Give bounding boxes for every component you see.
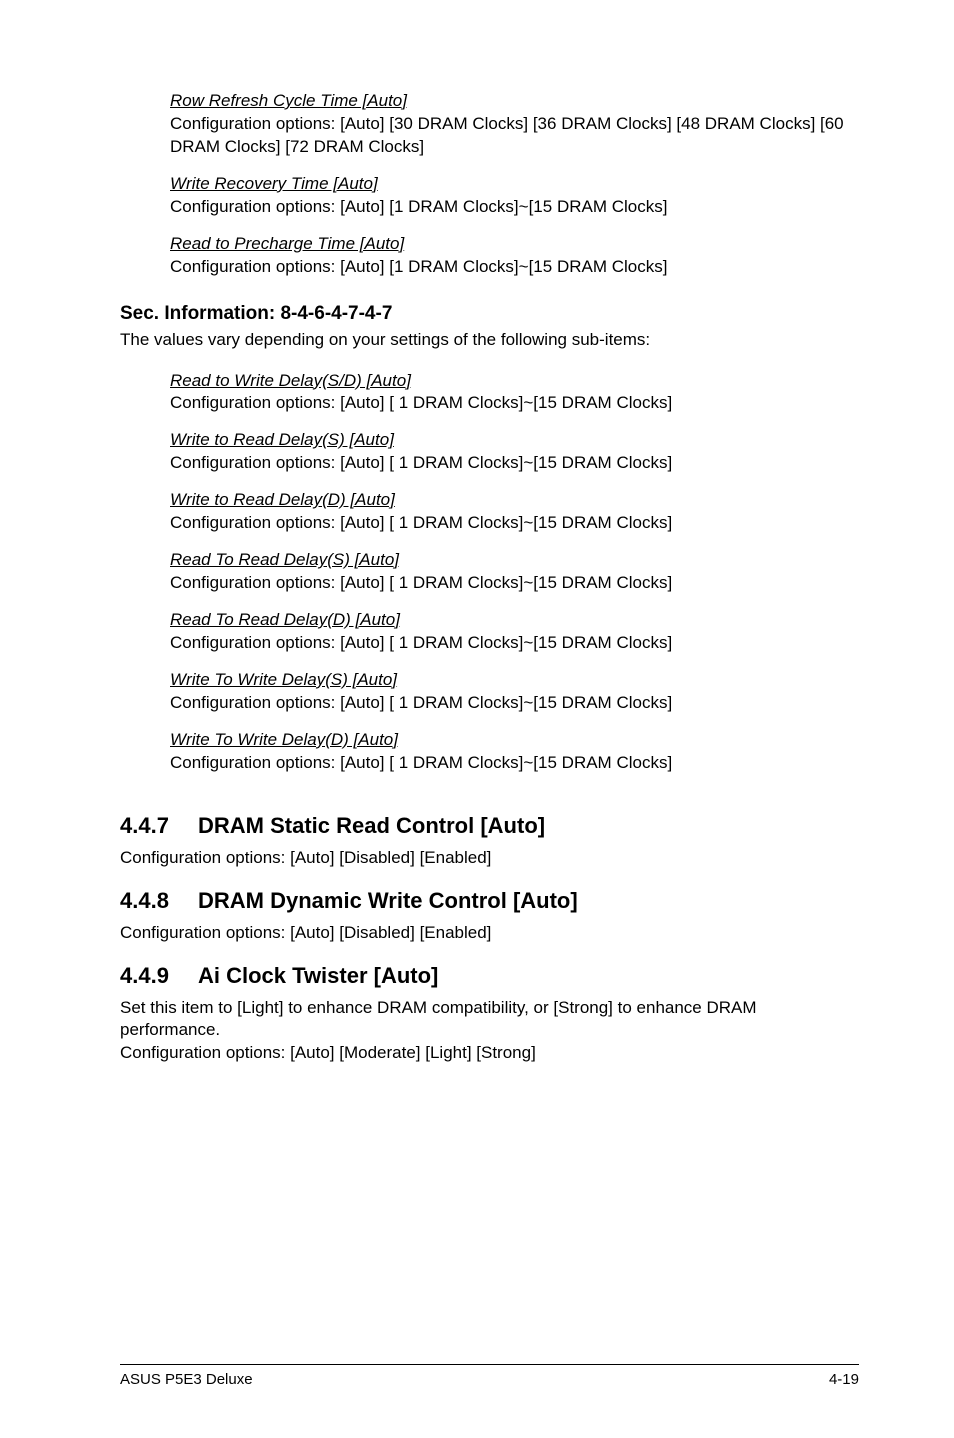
item-title: Write to Read Delay(S) [Auto] xyxy=(170,429,859,452)
item-title: Read To Read Delay(S) [Auto] xyxy=(170,549,859,572)
section-title: DRAM Dynamic Write Control [Auto] xyxy=(198,888,578,914)
item-title: Write to Read Delay(D) [Auto] xyxy=(170,489,859,512)
item-desc: Configuration options: [Auto] [30 DRAM C… xyxy=(170,113,859,159)
section-desc: Set this item to [Light] to enhance DRAM… xyxy=(120,997,859,1066)
footer-left: ASUS P5E3 Deluxe xyxy=(120,1371,253,1388)
sec-info-heading: Sec. Information: 8-4-6-4-7-4-7 xyxy=(120,303,859,325)
section-desc: Configuration options: [Auto] [Disabled]… xyxy=(120,847,859,870)
item-desc: Configuration options: [Auto] [ 1 DRAM C… xyxy=(170,572,859,595)
config-item: Row Refresh Cycle Time [Auto] Configurat… xyxy=(170,90,859,159)
item-desc: Configuration options: [Auto] [ 1 DRAM C… xyxy=(170,752,859,775)
footer-right: 4-19 xyxy=(829,1371,859,1388)
section-heading: 4.4.7 DRAM Static Read Control [Auto] xyxy=(120,813,859,839)
item-desc: Configuration options: [Auto] [1 DRAM Cl… xyxy=(170,196,859,219)
section-heading: 4.4.9 Ai Clock Twister [Auto] xyxy=(120,963,859,989)
config-item: Write To Write Delay(S) [Auto] Configura… xyxy=(170,669,859,715)
item-title: Read To Read Delay(D) [Auto] xyxy=(170,609,859,632)
config-item: Read to Write Delay(S/D) [Auto] Configur… xyxy=(170,370,859,416)
item-desc: Configuration options: [Auto] [ 1 DRAM C… xyxy=(170,452,859,475)
item-desc: Configuration options: [Auto] [ 1 DRAM C… xyxy=(170,692,859,715)
item-title: Row Refresh Cycle Time [Auto] xyxy=(170,90,859,113)
item-title: Write To Write Delay(S) [Auto] xyxy=(170,669,859,692)
config-item: Write To Write Delay(D) [Auto] Configura… xyxy=(170,729,859,775)
section-title: Ai Clock Twister [Auto] xyxy=(198,963,438,989)
page-footer: ASUS P5E3 Deluxe 4-19 xyxy=(120,1364,859,1388)
item-desc: Configuration options: [Auto] [ 1 DRAM C… xyxy=(170,512,859,535)
item-desc: Configuration options: [Auto] [ 1 DRAM C… xyxy=(170,392,859,415)
section-title: DRAM Static Read Control [Auto] xyxy=(198,813,545,839)
config-item: Read To Read Delay(S) [Auto] Configurati… xyxy=(170,549,859,595)
section-number: 4.4.8 xyxy=(120,888,198,914)
config-item: Read To Read Delay(D) [Auto] Configurati… xyxy=(170,609,859,655)
section-number: 4.4.7 xyxy=(120,813,198,839)
item-title: Write To Write Delay(D) [Auto] xyxy=(170,729,859,752)
item-title: Read to Write Delay(S/D) [Auto] xyxy=(170,370,859,393)
config-item: Write to Read Delay(D) [Auto] Configurat… xyxy=(170,489,859,535)
top-items-block: Row Refresh Cycle Time [Auto] Configurat… xyxy=(170,90,859,279)
item-title: Read to Precharge Time [Auto] xyxy=(170,233,859,256)
section-heading: 4.4.8 DRAM Dynamic Write Control [Auto] xyxy=(120,888,859,914)
sec-items-block: Read to Write Delay(S/D) [Auto] Configur… xyxy=(170,370,859,775)
item-desc: Configuration options: [Auto] [1 DRAM Cl… xyxy=(170,256,859,279)
config-item: Read to Precharge Time [Auto] Configurat… xyxy=(170,233,859,279)
item-title: Write Recovery Time [Auto] xyxy=(170,173,859,196)
section-desc: Configuration options: [Auto] [Disabled]… xyxy=(120,922,859,945)
sec-info-desc: The values vary depending on your settin… xyxy=(120,329,859,352)
config-item: Write to Read Delay(S) [Auto] Configurat… xyxy=(170,429,859,475)
item-desc: Configuration options: [Auto] [ 1 DRAM C… xyxy=(170,632,859,655)
section-number: 4.4.9 xyxy=(120,963,198,989)
config-item: Write Recovery Time [Auto] Configuration… xyxy=(170,173,859,219)
